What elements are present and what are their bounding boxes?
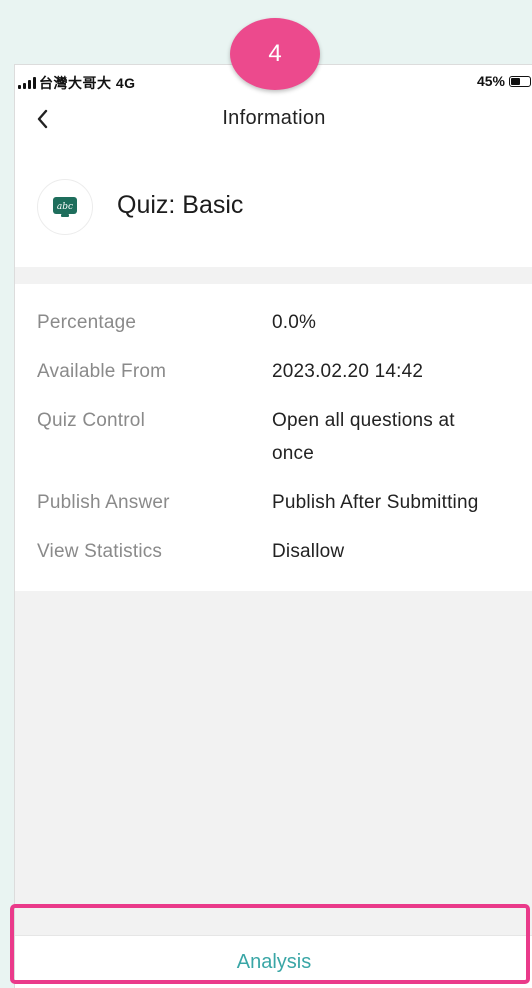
quiz-title: Quiz: Basic (117, 191, 244, 219)
battery-icon (509, 75, 531, 87)
info-value: 0.0% (272, 312, 317, 333)
phone-screen: 台灣大哥大 4G 45% Information abc Quiz: Basic… (14, 64, 532, 988)
quiz-info-card: Percentage 0.0% Available From 2023.02.2… (15, 284, 532, 591)
info-value: 2023.02.20 14:42 (272, 361, 424, 382)
page-header: Information abc Quiz: Basic (15, 97, 532, 267)
info-label: Available From (37, 361, 167, 382)
signal-strength-icon (18, 77, 36, 89)
info-label: Quiz Control (37, 410, 145, 431)
info-value: Publish After Submitting (272, 492, 479, 513)
carrier-label: 台灣大哥大 4G (39, 75, 136, 91)
analysis-button[interactable]: Analysis (15, 936, 532, 988)
step-badge: 4 (230, 18, 320, 90)
battery-indicator: 45% (477, 73, 531, 89)
info-value: Disallow (272, 541, 345, 562)
svg-text:abc: abc (57, 202, 73, 212)
info-label: Publish Answer (37, 492, 170, 513)
quiz-icon: abc (37, 179, 93, 235)
page-title: Information (222, 107, 326, 129)
bottom-bar: Analysis (15, 935, 532, 988)
info-label: View Statistics (37, 541, 163, 562)
info-label: Percentage (37, 312, 137, 333)
abc-board-icon: abc (53, 197, 77, 217)
battery-percentage: 45% (476, 73, 505, 89)
info-value: Open all questions at once (272, 410, 455, 464)
